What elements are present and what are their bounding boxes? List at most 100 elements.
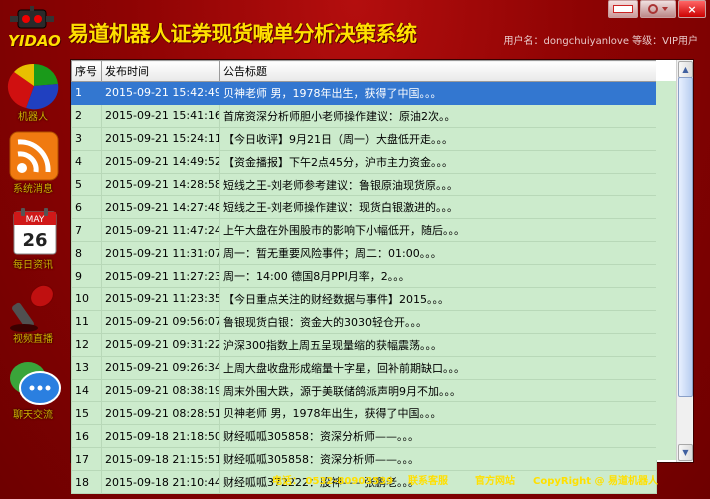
- microphone-icon: [10, 284, 54, 332]
- row-title: 周一：14:00 德国8月PPI月率，2。。。: [219, 264, 657, 289]
- row-number: 9: [71, 264, 102, 289]
- row-publish-time: 2015-09-21 08:28:51: [101, 401, 220, 426]
- calendar-icon: MAY 26: [13, 208, 57, 255]
- sidebar-item-video-live[interactable]: 视频直播: [2, 280, 64, 352]
- scrollbar-thumb[interactable]: [678, 77, 693, 397]
- official-website-link[interactable]: 官方网站: [475, 472, 515, 487]
- scroll-up-icon[interactable]: ▲: [678, 61, 693, 78]
- row-publish-time: 2015-09-21 11:31:07: [101, 241, 220, 266]
- column-header-title[interactable]: 公告标题: [219, 60, 657, 82]
- scroll-down-icon[interactable]: ▼: [678, 444, 693, 461]
- table-row[interactable]: 8 2015-09-21 11:31:07 周一：暂无重要风险事件；周二：01:00…: [71, 241, 657, 266]
- table-body: 1 2015-09-21 15:42:49 贝神老师 男，1978年出生，获得了中国…: [71, 81, 657, 495]
- sidebar-item-label: 每日资讯: [13, 260, 53, 271]
- row-number: 5: [71, 172, 102, 197]
- table-row[interactable]: 2 2015-09-21 15:41:16 首席资深分析师胆小老师操作建议：原油2次…: [71, 103, 657, 128]
- footer-copyright: CopyRight @ 易道机器人: [533, 476, 659, 487]
- row-publish-time: 2015-09-21 15:24:11: [101, 126, 220, 151]
- calendar-month: MAY: [26, 215, 45, 225]
- table-header-row: 序号 发布时间 公告标题: [71, 60, 657, 82]
- row-publish-time: 2015-09-18 21:18:50: [101, 424, 220, 449]
- row-title: 【今日重点关注的财经数据与事件】2015。。。: [219, 287, 657, 311]
- row-publish-time: 2015-09-21 11:23:35: [101, 287, 220, 311]
- minimize-icon[interactable]: [608, 0, 638, 18]
- table-row[interactable]: 15 2015-09-21 08:28:51 贝神老师 男，1978年出生，获得了中…: [71, 401, 657, 426]
- row-number: 15: [71, 401, 102, 426]
- table-row[interactable]: 5 2015-09-21 14:28:58 短线之王-刘老师参考建议：鲁银原油现货原…: [71, 172, 657, 197]
- table-row[interactable]: 7 2015-09-21 11:47:24 上午大盘在外围股市的影响下小幅低开，随后…: [71, 218, 657, 243]
- announcement-table: 序号 发布时间 公告标题 1 2015-09-21 15:42:49 贝神老师 男，…: [71, 60, 657, 495]
- row-title: 沪深300指数上周五呈现量缩的获幅震荡。。。: [219, 332, 657, 357]
- calendar-day: 26: [22, 230, 47, 251]
- sidebar-item-robot[interactable]: 机器人: [2, 58, 64, 130]
- row-publish-time: 2015-09-21 11:27:23: [101, 264, 220, 289]
- sidebar-item-label: 系统消息: [13, 184, 53, 195]
- row-publish-time: 2015-09-21 14:49:52: [101, 149, 220, 174]
- row-title: 周末外围大跌，源于美联储鸽派声明9月不加。。。: [219, 378, 657, 403]
- row-number: 14: [71, 378, 102, 403]
- row-title: 周一：暂无重要风险事件；周二：01:00。。。: [219, 241, 657, 266]
- sidebar-item-system-messages[interactable]: 系统消息: [2, 130, 64, 202]
- logo-text: YIDAO: [8, 32, 61, 50]
- row-title: 首席资深分析师胆小老师操作建议：原油2次。。: [219, 103, 657, 128]
- row-title: 财经呱呱305858：资深分析师——。。。: [219, 447, 657, 472]
- row-number: 4: [71, 149, 102, 174]
- table-row[interactable]: 10 2015-09-21 11:23:35 【今日重点关注的财经数据与事件】201…: [71, 287, 657, 311]
- table-row[interactable]: 6 2015-09-21 14:27:48 短线之王-刘老师操作建议：现货白银激进的…: [71, 195, 657, 220]
- gear-icon: [648, 4, 668, 14]
- footer-phone: 电话： 0532-80903539: [272, 476, 394, 487]
- row-number: 10: [71, 287, 102, 311]
- sidebar-item-label: 视频直播: [13, 334, 53, 345]
- row-publish-time: 2015-09-21 15:42:49: [101, 81, 220, 105]
- chat-bubble-icon: [10, 362, 61, 405]
- close-button[interactable]: ×: [678, 0, 706, 18]
- sidebar-item-label: 聊天交流: [13, 410, 53, 421]
- table-row[interactable]: 11 2015-09-21 09:56:07 鲁银现货白银：资金大的3030轻仓开。…: [71, 309, 657, 334]
- row-number: 6: [71, 195, 102, 220]
- table-row[interactable]: 16 2015-09-18 21:18:50 财经呱呱305858：资深分析师——。…: [71, 424, 657, 449]
- row-title: 【今日收评】9月21日（周一）大盘低开走。。。: [219, 126, 657, 151]
- column-header-time[interactable]: 发布时间: [101, 60, 220, 82]
- table-row[interactable]: 13 2015-09-21 09:26:34 上周大盘收盘形成缩量十字星，回补前期缺…: [71, 355, 657, 380]
- table-row[interactable]: 9 2015-09-21 11:27:23 周一：14:00 德国8月PPI月率，2…: [71, 264, 657, 289]
- rss-feed-icon: [9, 131, 59, 181]
- row-publish-time: 2015-09-21 09:26:34: [101, 355, 220, 380]
- vertical-scrollbar[interactable]: ▲ ▼: [676, 60, 693, 462]
- row-number: 17: [71, 447, 102, 472]
- row-title: 贝神老师 男，1978年出生，获得了中国。。。: [219, 401, 657, 426]
- settings-dropdown-icon[interactable]: [640, 0, 676, 18]
- row-title: 鲁银现货白银：资金大的3030轻仓开。。。: [219, 309, 657, 334]
- row-publish-time: 2015-09-21 09:56:07: [101, 309, 220, 334]
- footer: 电话： 0532-80903539 联系客服 官方网站 CopyRight @ …: [0, 472, 710, 488]
- table-row[interactable]: 1 2015-09-21 15:42:49 贝神老师 男，1978年出生，获得了中国…: [71, 81, 657, 105]
- robot-logo-icon: [10, 6, 54, 29]
- window-controls: ×: [608, 0, 706, 18]
- app-title: 易道机器人证券现货喊单分析决策系统: [68, 22, 417, 46]
- table-row[interactable]: 3 2015-09-21 15:24:11 【今日收评】9月21日（周一）大盘低开走…: [71, 126, 657, 151]
- contact-support-link[interactable]: 联系客服: [408, 472, 448, 487]
- row-number: 16: [71, 424, 102, 449]
- table-row[interactable]: 17 2015-09-18 21:15:51 财经呱呱305858：资深分析师——。…: [71, 447, 657, 472]
- row-publish-time: 2015-09-21 15:41:16: [101, 103, 220, 128]
- title-bar: YIDAO 易道机器人证券现货喊单分析决策系统 × 用户名：dongchuiya…: [0, 0, 710, 56]
- row-number: 8: [71, 241, 102, 266]
- column-header-no[interactable]: 序号: [71, 60, 102, 82]
- row-title: 【资金播报】下午2点45分，沪市主力资金。。。: [219, 149, 657, 174]
- table-row[interactable]: 4 2015-09-21 14:49:52 【资金播报】下午2点45分，沪市主力资金…: [71, 149, 657, 174]
- user-info: 用户名：dongchuiyanlove 等级：VIP用户: [503, 36, 698, 47]
- row-number: 1: [71, 81, 102, 105]
- pie-chart-icon: [7, 63, 59, 110]
- row-title: 短线之王-刘老师参考建议：鲁银原油现货原。。。: [219, 172, 657, 197]
- sidebar-item-chat[interactable]: 聊天交流: [2, 356, 64, 428]
- row-number: 2: [71, 103, 102, 128]
- table-row[interactable]: 14 2015-09-21 08:38:19 周末外围大跌，源于美联储鸽派声明9月不…: [71, 378, 657, 403]
- sidebar-item-daily-news[interactable]: MAY 26 每日资讯: [2, 206, 64, 278]
- row-title: 上午大盘在外围股市的影响下小幅低开，随后。。。: [219, 218, 657, 243]
- row-number: 12: [71, 332, 102, 357]
- row-number: 11: [71, 309, 102, 334]
- row-title: 财经呱呱305858：资深分析师——。。。: [219, 424, 657, 449]
- row-publish-time: 2015-09-21 09:31:22: [101, 332, 220, 357]
- row-title: 贝神老师 男，1978年出生，获得了中国。。。: [219, 81, 657, 105]
- table-row[interactable]: 12 2015-09-21 09:31:22 沪深300指数上周五呈现量缩的获幅震…: [71, 332, 657, 357]
- sidebar-item-label: 机器人: [18, 112, 48, 123]
